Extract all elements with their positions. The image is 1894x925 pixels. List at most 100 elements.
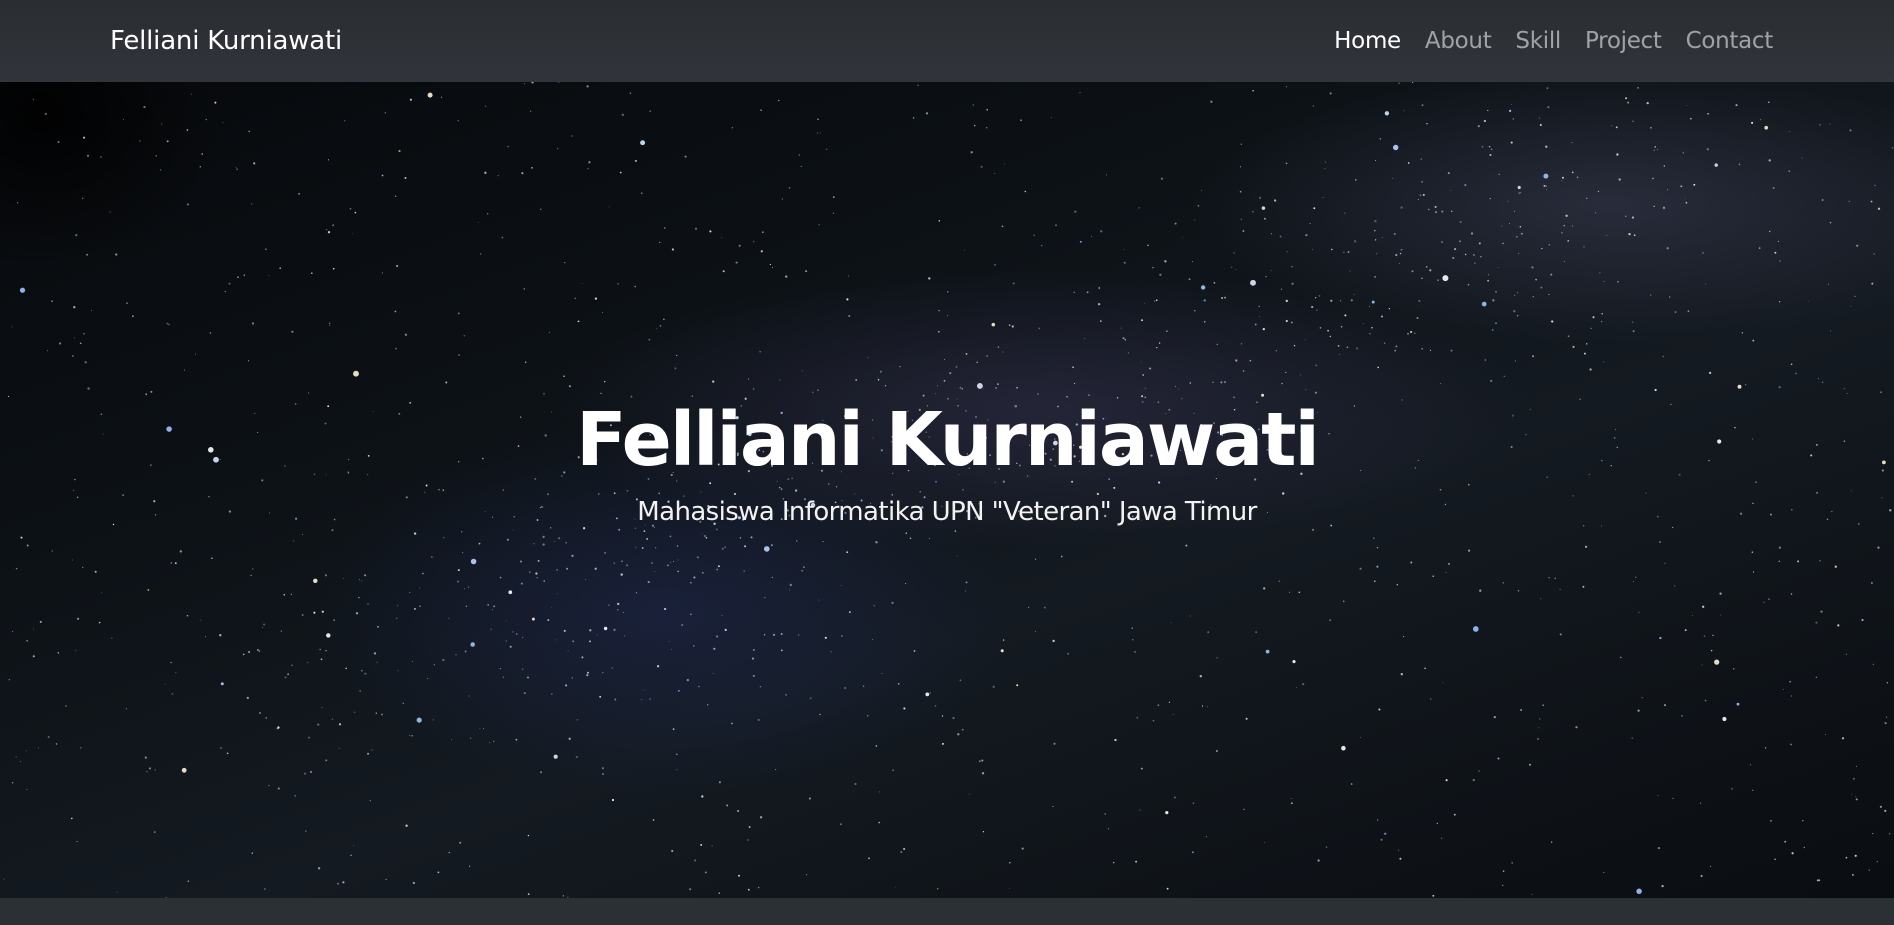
star xyxy=(44,112,47,116)
star xyxy=(1657,847,1660,850)
nav-link-contact[interactable]: Contact xyxy=(1686,28,1774,54)
navbar-brand[interactable]: Felliani Kurniawati xyxy=(110,26,342,56)
star xyxy=(448,851,451,854)
star xyxy=(1714,659,1720,665)
star xyxy=(964,590,966,592)
star xyxy=(1340,325,1343,328)
star xyxy=(251,852,254,854)
star xyxy=(647,580,650,584)
star xyxy=(737,810,740,812)
star xyxy=(313,578,318,584)
star xyxy=(491,609,493,611)
star xyxy=(1000,649,1004,653)
star xyxy=(862,685,865,687)
star xyxy=(772,267,773,268)
star xyxy=(557,148,559,150)
nav-link-home[interactable]: Home xyxy=(1334,28,1401,54)
nav-menu: Home About Skill Project Contact xyxy=(1334,28,1773,54)
star xyxy=(1819,124,1821,126)
star xyxy=(981,759,984,762)
star xyxy=(1418,299,1421,302)
star xyxy=(1270,233,1272,235)
star xyxy=(1262,327,1265,331)
star xyxy=(586,85,589,88)
star xyxy=(772,633,776,636)
star xyxy=(1490,148,1493,151)
nav-link-skill[interactable]: Skill xyxy=(1515,28,1561,54)
star xyxy=(970,151,973,154)
star xyxy=(381,174,384,177)
star xyxy=(398,150,401,153)
star xyxy=(1123,248,1125,250)
star xyxy=(487,213,489,215)
star xyxy=(809,697,812,700)
star xyxy=(457,580,460,583)
star xyxy=(1572,345,1575,348)
star xyxy=(1124,339,1127,341)
star xyxy=(1424,667,1426,670)
star xyxy=(1388,307,1391,310)
star xyxy=(781,198,783,200)
star xyxy=(818,224,820,226)
star xyxy=(1194,219,1196,221)
star xyxy=(1420,158,1423,160)
star xyxy=(701,795,704,798)
star xyxy=(1079,240,1082,243)
star xyxy=(1554,577,1556,579)
star xyxy=(1375,160,1377,161)
star xyxy=(1597,190,1600,193)
star xyxy=(1872,663,1874,666)
star xyxy=(848,611,851,614)
star xyxy=(1585,343,1588,345)
star xyxy=(1072,366,1074,369)
star xyxy=(1264,841,1266,843)
star xyxy=(903,707,906,710)
star xyxy=(895,887,897,889)
star xyxy=(878,821,880,824)
star xyxy=(1768,598,1770,600)
star xyxy=(1398,262,1400,264)
star xyxy=(1374,219,1377,223)
star xyxy=(780,649,783,652)
star xyxy=(1454,248,1457,251)
star xyxy=(1201,705,1204,707)
star xyxy=(81,566,84,569)
star xyxy=(1520,709,1522,711)
star xyxy=(1538,727,1540,729)
star xyxy=(965,352,968,355)
star xyxy=(711,845,713,847)
star xyxy=(333,619,335,621)
star xyxy=(248,130,250,133)
star xyxy=(527,834,530,837)
star xyxy=(936,385,939,387)
star xyxy=(1240,343,1243,345)
star xyxy=(798,154,800,156)
star xyxy=(1511,861,1514,864)
star xyxy=(409,98,412,101)
star xyxy=(588,640,592,643)
star xyxy=(125,708,127,710)
star xyxy=(760,109,762,112)
star xyxy=(1240,143,1242,145)
star xyxy=(37,747,39,749)
nav-link-about[interactable]: About xyxy=(1425,28,1492,54)
star xyxy=(1292,660,1296,664)
star xyxy=(903,847,906,851)
star xyxy=(1705,283,1707,285)
nav-link-project[interactable]: Project xyxy=(1585,28,1662,54)
star xyxy=(1543,173,1549,179)
star xyxy=(1459,240,1461,243)
star xyxy=(150,390,153,393)
star xyxy=(724,628,727,632)
star xyxy=(778,99,780,102)
star xyxy=(90,309,92,311)
star xyxy=(1134,650,1136,653)
star xyxy=(1615,126,1618,129)
star xyxy=(1346,346,1349,349)
star xyxy=(505,620,507,622)
star xyxy=(507,145,509,148)
star xyxy=(1400,206,1403,209)
star xyxy=(1855,798,1858,801)
star xyxy=(1545,145,1548,148)
star xyxy=(1509,222,1511,224)
